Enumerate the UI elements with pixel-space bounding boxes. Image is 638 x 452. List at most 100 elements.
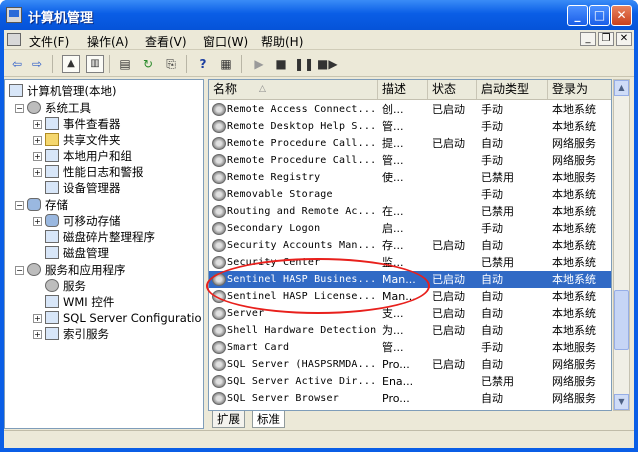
tree-sql-config[interactable]: SQL Server Configuratio	[45, 310, 201, 326]
service-logon-cell: 本地系统	[552, 239, 596, 252]
service-desc-cell: 在...	[382, 205, 404, 218]
service-status-cell: 已启动	[432, 290, 465, 303]
expand-icon[interactable]: +	[33, 152, 42, 161]
title-bar[interactable]: 计算机管理 _ □ ✕	[0, 0, 638, 30]
column-header-status[interactable]: 状态	[428, 80, 477, 99]
menu-window[interactable]: 窗口(W)	[203, 33, 248, 50]
tree-root[interactable]: 计算机管理(本地)	[9, 83, 116, 99]
tree-indexing[interactable]: 索引服务	[45, 326, 109, 342]
menu-file[interactable]: 文件(F)	[29, 33, 69, 50]
service-gear-icon	[212, 239, 226, 252]
service-startup-cell: 自动	[481, 290, 503, 303]
tab-standard[interactable]: 标准	[252, 411, 285, 428]
tab-extended[interactable]: 扩展	[212, 411, 245, 428]
start-service-icon[interactable]: ▶	[250, 55, 268, 73]
service-desc-cell: Man...	[382, 290, 416, 303]
service-row[interactable]: Smart Card 管... 手动 本地服务	[209, 339, 611, 356]
expand-icon[interactable]: +	[33, 217, 42, 226]
tree-event-viewer[interactable]: 事件查看器	[45, 116, 121, 132]
service-desc-cell: 监...	[382, 256, 404, 269]
service-row[interactable]: SQL Server Browser Pro... 自动 网络服务	[209, 390, 611, 407]
service-status-cell: 已启动	[432, 103, 465, 116]
service-row[interactable]: Security Accounts Man... 存... 已启动 自动 本地系统	[209, 237, 611, 254]
refresh-icon[interactable]: ↻	[139, 55, 157, 73]
tree-storage[interactable]: 存储	[27, 197, 68, 213]
export-list-icon[interactable]: ⎘	[162, 55, 180, 73]
storage-icon	[27, 198, 41, 211]
client-area: 文件(F) 操作(A) 查看(V) 窗口(W) 帮助(H) _ ❐ ✕ ⇦ ⇨ …	[4, 30, 634, 448]
stop-service-icon[interactable]: ■	[272, 55, 290, 73]
service-row[interactable]: Remote Desktop Help S... 管... 手动 本地系统	[209, 118, 611, 135]
expand-icon[interactable]: +	[33, 314, 42, 323]
expand-icon[interactable]: +	[33, 120, 42, 129]
service-desc-cell: 提...	[382, 137, 404, 150]
column-header-name[interactable]: 名称 △	[209, 80, 378, 99]
scroll-down-icon[interactable]: ▼	[614, 394, 629, 410]
expand-icon[interactable]: +	[33, 136, 42, 145]
service-row[interactable]: Remote Procedure Call... 提... 已启动 自动 网络服务	[209, 135, 611, 152]
vertical-scrollbar[interactable]: ▲ ▼	[613, 79, 630, 411]
child-close-icon[interactable]: ✕	[616, 32, 632, 46]
service-row[interactable]: Secondary Logon 启... 手动 本地系统	[209, 220, 611, 237]
service-row[interactable]: SQL Server (HASPSRMDA... Pro... 已启动 自动 网络服务	[209, 356, 611, 373]
tree-services-apps[interactable]: 服务和应用程序	[27, 262, 126, 278]
tree-disk-management[interactable]: 磁盘管理	[45, 245, 109, 261]
service-row[interactable]: Removable Storage 手动 本地系统	[209, 186, 611, 203]
column-header-startup[interactable]: 启动类型	[477, 80, 548, 99]
tree-local-users[interactable]: 本地用户和组	[45, 148, 132, 164]
tree-perf-logs[interactable]: 性能日志和警报	[45, 164, 144, 180]
service-row[interactable]: Server 支... 已启动 自动 本地系统	[209, 305, 611, 322]
tree-local-users-label: 本地用户和组	[63, 149, 132, 163]
restart-service-icon[interactable]: ■▶	[317, 55, 338, 73]
tree-services[interactable]: 服务	[45, 278, 86, 294]
service-row[interactable]: Remote Access Connect... 创... 已启动 手动 本地系统	[209, 101, 611, 118]
menu-action[interactable]: 操作(A)	[87, 33, 129, 50]
child-restore-icon[interactable]: ❐	[598, 32, 614, 46]
service-row[interactable]: Security Center 监... 已禁用 本地系统	[209, 254, 611, 271]
minimize-button[interactable]: _	[567, 5, 588, 26]
tree-shared-folders[interactable]: 共享文件夹	[45, 132, 121, 148]
console-tree-icon[interactable]: ▦	[217, 55, 235, 73]
tree-device-manager[interactable]: 设备管理器	[45, 180, 121, 196]
collapse-icon[interactable]: −	[15, 104, 24, 113]
column-header-description[interactable]: 描述	[378, 80, 428, 99]
tree-system-tools[interactable]: 系统工具	[27, 100, 91, 116]
service-row[interactable]: Routing and Remote Ac... 在... 已禁用 本地系统	[209, 203, 611, 220]
service-status-cell	[432, 373, 477, 390]
expand-icon[interactable]: +	[33, 330, 42, 339]
service-row[interactable]: Remote Registry 使... 已禁用 本地服务	[209, 169, 611, 186]
tree-wmi[interactable]: WMI 控件	[45, 294, 114, 310]
service-row[interactable]: Remote Procedure Call... 管... 手动 网络服务	[209, 152, 611, 169]
service-row[interactable]: Sentinel HASP License... Man... 已启动 自动 本地系统	[209, 288, 611, 305]
menu-help[interactable]: 帮助(H)	[261, 33, 303, 50]
forward-arrow-icon[interactable]: ⇨	[28, 55, 46, 73]
back-arrow-icon[interactable]: ⇦	[8, 55, 26, 73]
close-button[interactable]: ✕	[611, 5, 632, 26]
maximize-button[interactable]: □	[589, 5, 610, 26]
properties-icon[interactable]: ▤	[116, 55, 134, 73]
pause-service-icon[interactable]: ❚❚	[294, 55, 314, 73]
tree-defrag[interactable]: 磁盘碎片整理程序	[45, 229, 155, 245]
up-folder-icon[interactable]: ▲	[62, 55, 80, 73]
menu-view[interactable]: 查看(V)	[145, 33, 187, 50]
service-row[interactable]: Sentinel HASP Busines... Man... 已启动 自动 本地系统	[209, 271, 611, 288]
sort-ascending-icon: △	[259, 84, 266, 94]
tools-icon	[27, 101, 41, 114]
tree-removable-storage[interactable]: 可移动存储	[45, 213, 121, 229]
scroll-up-icon[interactable]: ▲	[614, 80, 629, 96]
column-header-logon[interactable]: 登录为	[548, 80, 611, 99]
show-hide-tree-icon[interactable]: ▥	[86, 55, 104, 73]
console-menu-icon[interactable]	[7, 33, 21, 46]
help-icon[interactable]: ?	[194, 55, 212, 73]
service-row[interactable]: SQL Server Active Dir... Ena... 已禁用 网络服务	[209, 373, 611, 390]
services-apps-icon	[27, 263, 41, 276]
toolbar-separator	[109, 55, 110, 73]
collapse-icon[interactable]: −	[15, 266, 24, 275]
service-name-cell: Security Accounts Man...	[227, 240, 377, 251]
collapse-icon[interactable]: −	[15, 201, 24, 210]
scroll-thumb[interactable]	[614, 290, 629, 350]
service-logon-cell: 本地系统	[552, 324, 596, 337]
expand-icon[interactable]: +	[33, 168, 42, 177]
service-row[interactable]: Shell Hardware Detection 为... 已启动 自动 本地系统	[209, 322, 611, 339]
child-minimize-icon[interactable]: _	[580, 32, 596, 46]
